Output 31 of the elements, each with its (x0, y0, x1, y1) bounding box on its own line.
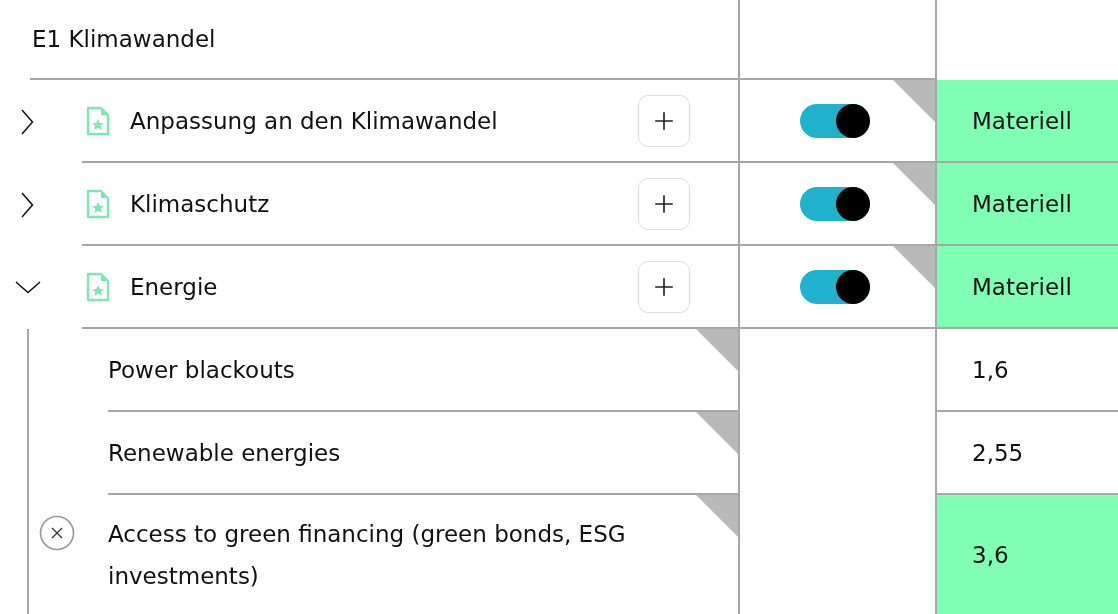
plus-icon (653, 109, 675, 132)
add-button[interactable] (638, 260, 690, 313)
topic-title: Anpassung an den Klimawandel (130, 107, 499, 134)
subtopic-title: Access to green financing (green bonds, ESG investments) (108, 519, 627, 591)
topic-title: Energie (130, 273, 219, 300)
value-cell: 3,6 (935, 495, 1118, 614)
corner-marker-icon (696, 329, 738, 371)
subtopic-title: Power blackouts (108, 355, 295, 385)
corner-marker-icon (893, 246, 935, 288)
corner-marker-icon (893, 163, 935, 205)
value-cell: 1,6 (935, 329, 1118, 412)
toggle-switch[interactable] (799, 186, 870, 221)
plus-icon (653, 275, 675, 298)
toggle-switch[interactable] (799, 269, 870, 304)
remove-icon[interactable] (39, 515, 75, 551)
document-star-icon (86, 105, 110, 136)
plus-icon (653, 192, 675, 215)
value-cell: Materiell (935, 80, 1118, 163)
document-star-icon (86, 271, 110, 302)
topic-title: Klimaschutz (130, 190, 271, 217)
add-button[interactable] (638, 94, 690, 147)
value-cell: Materiell (935, 163, 1118, 246)
add-button[interactable] (638, 177, 690, 230)
section-title: E1 Klimawandel (32, 26, 216, 52)
corner-marker-icon (696, 495, 738, 537)
value-cell: Materiell (935, 246, 1118, 329)
corner-marker-icon (696, 412, 738, 454)
subtopic-title: Renewable energies (108, 438, 341, 468)
corner-marker-icon (893, 80, 935, 122)
document-star-icon (86, 188, 110, 219)
toggle-switch[interactable] (799, 103, 870, 138)
